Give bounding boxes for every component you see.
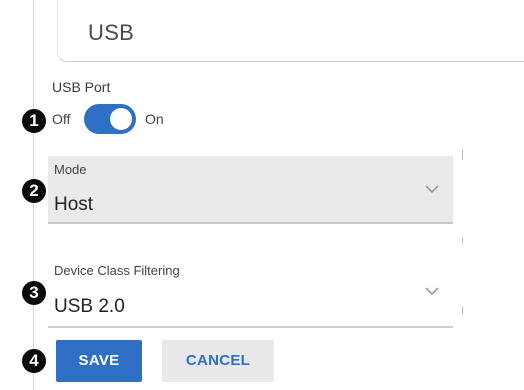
callout-2: 2 bbox=[22, 179, 46, 203]
usb-port-label: USB Port bbox=[52, 79, 111, 95]
divider-tick bbox=[462, 306, 463, 314]
callout-3: 3 bbox=[22, 281, 46, 305]
device-class-filtering-label: Device Class Filtering bbox=[54, 263, 180, 278]
divider-tick bbox=[462, 150, 463, 160]
mode-select[interactable]: Mode Host bbox=[48, 156, 453, 224]
section-title: USB bbox=[88, 20, 135, 45]
mode-value: Host bbox=[54, 194, 94, 215]
toggle-off-label: Off bbox=[52, 111, 71, 127]
toggle-knob bbox=[110, 108, 132, 130]
mode-label: Mode bbox=[54, 162, 87, 177]
callout-1: 1 bbox=[22, 109, 46, 133]
save-button[interactable]: SAVE bbox=[56, 340, 142, 382]
chevron-down-icon bbox=[425, 185, 439, 193]
usb-settings-panel: USB USB Port 1 Off On 2 Mode Host 3 Devi… bbox=[0, 0, 524, 390]
device-class-filtering-select[interactable]: Device Class Filtering USB 2.0 bbox=[48, 258, 453, 328]
toggle-on-label: On bbox=[145, 111, 164, 127]
divider-tick bbox=[462, 238, 463, 244]
cancel-button[interactable]: CANCEL bbox=[162, 340, 274, 382]
callout-4: 4 bbox=[22, 349, 46, 373]
chevron-down-icon bbox=[425, 287, 439, 295]
device-class-filtering-value: USB 2.0 bbox=[54, 296, 125, 317]
usb-port-toggle[interactable] bbox=[84, 104, 136, 134]
